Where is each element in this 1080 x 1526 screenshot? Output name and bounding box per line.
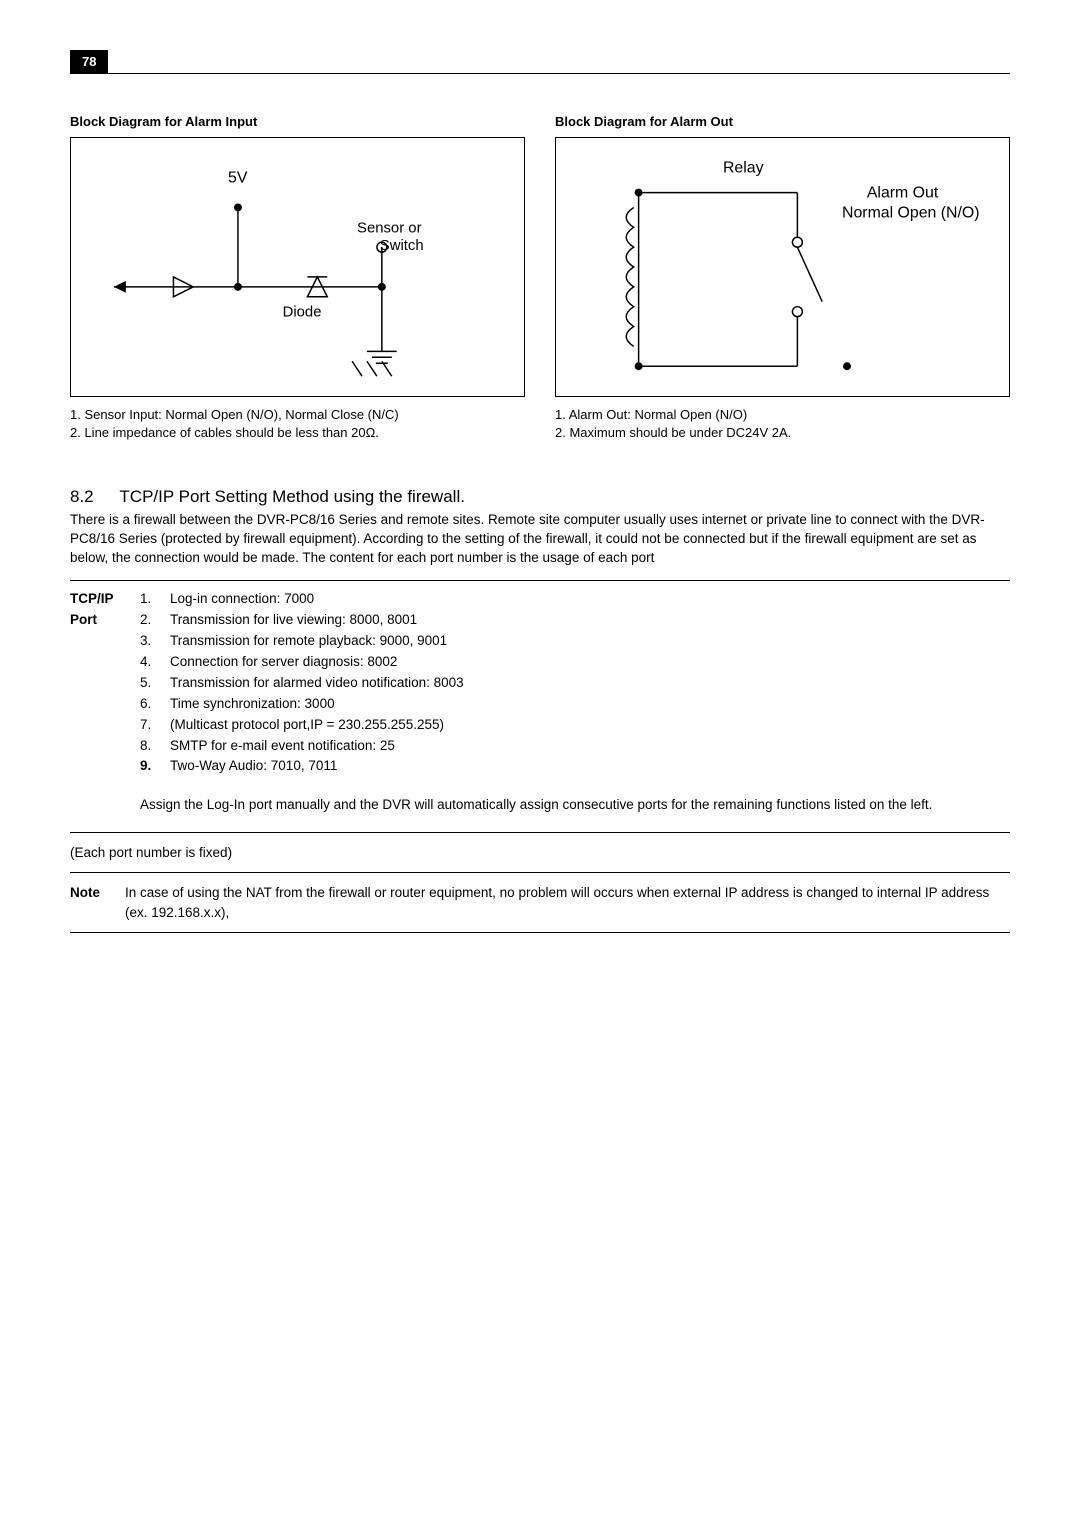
port-item: 7.(Multicast protocol port,IP = 230.255.… [140, 715, 1010, 736]
port-item: 4.Connection for server diagnosis: 8002 [140, 652, 1010, 673]
divider [70, 580, 1010, 581]
alarm-out-caption-1: 1. Alarm Out: Normal Open (N/O) [555, 406, 1010, 424]
divider [70, 832, 1010, 833]
alarm-input-title: Block Diagram for Alarm Input [70, 114, 525, 129]
port-assign-note: Assign the Log-In port manually and the … [140, 795, 1010, 816]
header-rule [70, 73, 1010, 74]
alarm-input-caption-2: 2. Line impedance of cables should be le… [70, 424, 525, 442]
note-row: Note In case of using the NAT from the f… [70, 879, 1010, 926]
divider [70, 872, 1010, 873]
port-item: 6.Time synchronization: 3000 [140, 694, 1010, 715]
alarm-input-diagram: 5V Diode Sensor or Switch [70, 137, 525, 397]
port-item: 8.SMTP for e-mail event notification: 25 [140, 736, 1010, 757]
alarm-out-diagram: Relay Alarm Out Normal Open (N/O) [555, 137, 1010, 397]
svg-text:5V: 5V [228, 170, 248, 187]
alarm-out-title: Block Diagram for Alarm Out [555, 114, 1010, 129]
port-item: 9.Two-Way Audio: 7010, 7011 [140, 756, 1010, 777]
port-item: 2.Transmission for live viewing: 8000, 8… [140, 610, 1010, 631]
fixed-note: (Each port number is fixed) [70, 845, 1010, 860]
svg-text:Sensor or: Sensor or [357, 220, 422, 236]
section-heading: 8.2 TCP/IP Port Setting Method using the… [70, 487, 1010, 507]
port-item: 5.Transmission for alarmed video notific… [140, 673, 1010, 694]
diagram-columns: Block Diagram for Alarm Input 5V Diode S… [70, 114, 1010, 442]
svg-text:Diode: Diode [283, 305, 322, 321]
section-number: 8.2 [70, 487, 115, 507]
divider [70, 932, 1010, 933]
tcp-ip-port-block: TCP/IP Port 1.Log-in connection: 70002.T… [70, 587, 1010, 826]
note-text: In case of using the NAT from the firewa… [125, 883, 1010, 922]
port-list: 1.Log-in connection: 70002.Transmission … [140, 589, 1010, 816]
page-header: 78 [70, 50, 1010, 74]
intro-paragraph: There is a firewall between the DVR-PC8/… [70, 511, 1010, 568]
page-number: 78 [70, 50, 108, 73]
svg-text:Relay: Relay [723, 160, 764, 177]
alarm-out-column: Block Diagram for Alarm Out Relay Alarm … [555, 114, 1010, 442]
note-label: Note [70, 883, 125, 922]
svg-text:Switch: Switch [380, 238, 424, 254]
svg-text:Alarm Out: Alarm Out [867, 185, 939, 202]
port-item: 1.Log-in connection: 7000 [140, 589, 1010, 610]
alarm-input-caption-1: 1. Sensor Input: Normal Open (N/O), Norm… [70, 406, 525, 424]
port-label: TCP/IP Port [70, 589, 140, 816]
port-item: 3.Transmission for remote playback: 9000… [140, 631, 1010, 652]
alarm-input-column: Block Diagram for Alarm Input 5V Diode S… [70, 114, 525, 442]
alarm-out-caption-2: 2. Maximum should be under DC24V 2A. [555, 424, 1010, 442]
svg-text:Normal Open (N/O): Normal Open (N/O) [842, 204, 979, 221]
section-title-text: TCP/IP Port Setting Method using the fir… [119, 487, 465, 506]
